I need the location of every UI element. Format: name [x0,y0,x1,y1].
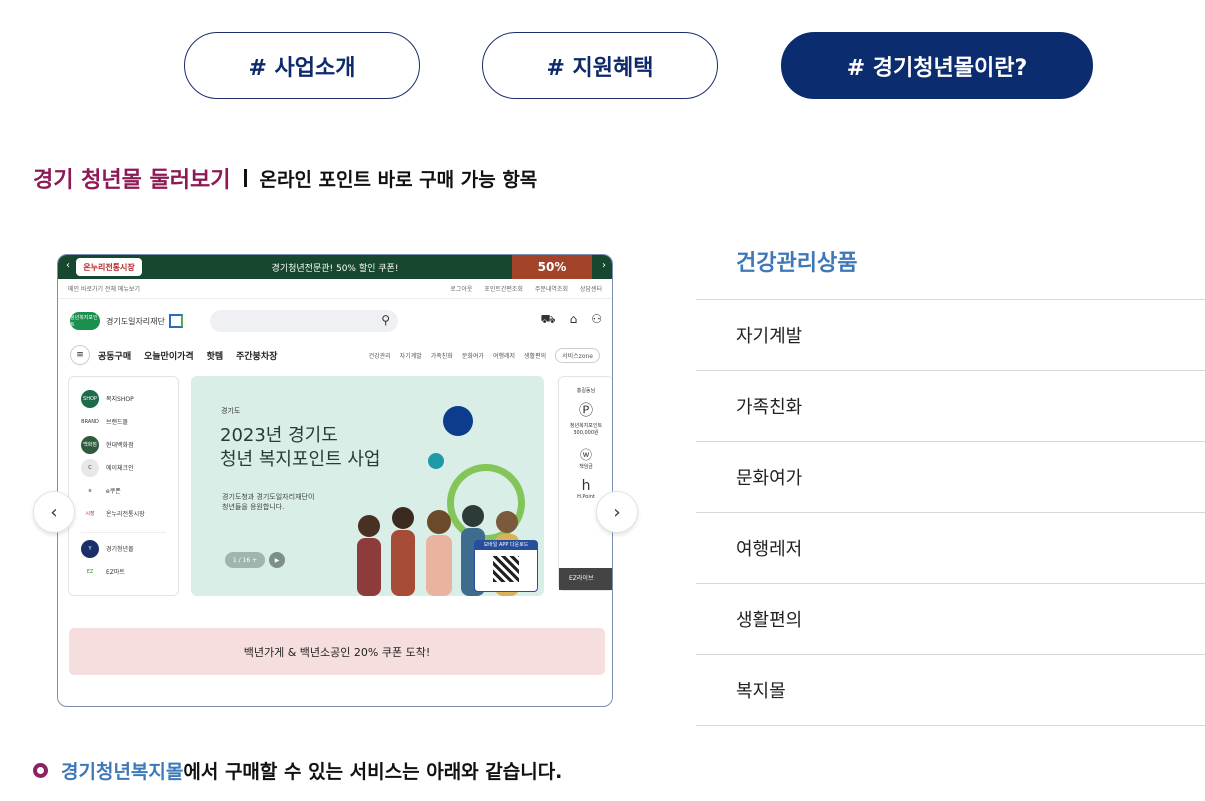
carousel-prev-button[interactable]: ‹ [33,491,75,533]
chevron-right-icon: › [602,260,606,271]
category-title[interactable]: 건강관리상품 [736,245,857,277]
util-link: 로그아웃 [450,286,473,293]
preview-user-panel: 홍길동님 Ⓟ 청년복지포인트 300,000원 ⓦ 책임금 h H.Point … [558,376,612,591]
category-item-living[interactable]: 생활편의 [696,584,1205,655]
mall-screenshot-preview: ‹ 온누리전통시장 경기청년전문관! 50% 할인 쿠폰! 50% › 메인 바… [57,254,613,707]
chevron-left-icon: ‹ [66,260,70,271]
brand-icon: BRAND [81,412,99,431]
nav-small-item: 문화여가 [461,352,484,360]
category-item-welfare-mall[interactable]: 복지몰 [696,655,1205,726]
point-value: 300,000원 [573,430,599,436]
search-icon: ⚲ [381,313,390,327]
tab-youth-mall-about[interactable]: # 경기청년몰이란? [781,32,1093,99]
preview-nav: ≡ 공동구매 오늘만이가격 핫템 주간붕차장 건강관리 자기계발 가족친화 문화… [58,343,612,367]
left-menu-item: C 에이체크인 [81,456,178,479]
department-store-icon: 백화점 [81,435,99,454]
category-item-self-development[interactable]: 자기계발 [696,300,1205,371]
decor-circle [443,406,473,436]
util-link: 상담센터 [579,286,602,293]
hero-tag: 경기도 [221,407,241,415]
section-heading: 경기 청년몰 둘러보기 온라인 포인트 바로 구매 가능 항목 [33,162,537,194]
chevron-right-icon: › [613,501,621,523]
play-icon: ▶ [269,552,285,568]
hero-pager: 1 / 16 + [225,552,265,568]
hero-heading: 2023년 경기도 청년 복지포인트 사업 [220,425,381,470]
market-icon: 시장 [81,504,99,523]
nav-item: 오늘만이가격 [144,351,194,362]
carousel-next-button[interactable]: › [596,491,638,533]
preview-header: 청년복지포인트 경기도일자리재단 ⚲ ⛟ ⌂ ⚇ [58,299,612,343]
brand-name: 경기도일자리재단 [106,316,165,326]
util-link: 주문내역조회 [534,286,568,293]
service-note: 경기청년복지몰 에서 구매할 수 있는 서비스는 아래와 같습니다. [33,757,562,784]
ecoupon-icon: e [81,481,99,500]
youth-mall-icon: Y [81,539,99,558]
ezlive-footer: EZ라이브 [559,568,612,590]
tab-support-benefits[interactable]: # 지원혜택 [482,32,718,99]
user-greeting: 홍길동님 [576,388,596,394]
section-title: 경기 청년몰 둘러보기 [33,168,231,193]
w-icon: ⓦ [579,448,592,462]
topbar-text: 경기청년전문관! 50% 할인 쿠폰! [271,263,399,274]
preview-topbar: ‹ 온누리전통시장 경기청년전문관! 50% 할인 쿠폰! 50% › [58,255,612,279]
category-item-family[interactable]: 가족친화 [696,371,1205,442]
left-menu-item: e e쿠폰 [81,479,178,502]
section-subtitle: 온라인 포인트 바로 구매 가능 항목 [259,168,538,191]
bullet-icon [33,763,48,778]
tab-business-intro[interactable]: # 사업소개 [184,32,420,99]
nav-item: 주간붕차장 [236,351,278,362]
bag-icon: ⌂ [569,312,578,326]
nav-item: 핫템 [206,351,224,362]
user-icon: ⚇ [591,312,602,326]
nav-item: 공동구매 [98,351,132,362]
brand-badge: 청년복지포인트 [70,312,100,330]
category-item-travel[interactable]: 여행레저 [696,513,1205,584]
category-item-culture[interactable]: 문화여가 [696,442,1205,513]
ezmart-icon: EZ [81,562,99,581]
shop-icon: SHOP [81,389,99,408]
left-menu-item: 시장 온누리전통시장 [81,502,178,525]
nav-small-item: 자기계발 [399,352,422,360]
nav-small-item: 여행레저 [492,352,516,360]
promo-banner: 백년가게 & 백년소공인 20% 쿠폰 도착! [69,628,605,675]
left-menu-item: SHOP 복지SHOP [81,387,178,410]
nav-small-item: 건강관리 [368,352,391,360]
preview-search-bar: ⚲ [210,310,398,332]
market-logo: 온누리전통시장 [76,258,142,276]
left-menu-item: EZ EZ마트 [81,560,178,583]
point-icon: Ⓟ [579,403,593,419]
w-label: 책임금 [579,464,593,470]
checkin-icon: C [81,458,99,477]
hero-description: 경기도청과 경기도일자리재단이 청년들을 응원합니다. [222,493,315,511]
util-left: 메인 바로가기 전체 메뉴보기 [68,286,140,293]
service-zone-select: 서비스zone [555,347,600,363]
divider [244,169,248,187]
hpoint-icon: h [581,478,591,494]
nav-small-item: 가족친화 [430,352,453,360]
hero-banner: 경기도 2023년 경기도 청년 복지포인트 사업 경기도청과 경기도일자리재단… [191,376,544,596]
header-icons: ⛟ ⌂ ⚇ [527,312,603,328]
preview-left-menu: SHOP 복지SHOP BRAND 브랜드몰 백화점 현대백화점 C 에이체크인 e e쿠… [68,376,179,596]
nav-small-item: 생활편의 [524,352,547,360]
point-label: 청년복지포인트 [569,423,603,429]
left-menu-item: 백화점 현대백화점 [81,433,178,456]
preview-utility-bar: 메인 바로가기 전체 메뉴보기 로그아웃 포인트간편조회 주문내역조회 상담센터 [58,279,612,299]
coupon-badge: 50% [512,255,592,279]
menu-icon: ≡ [70,345,90,365]
note-text: 에서 구매할 수 있는 서비스는 아래와 같습니다. [183,761,563,783]
note-highlight: 경기청년복지몰 [61,761,184,783]
category-list: 자기계발 가족친화 문화여가 여행레저 생활편의 복지몰 [696,299,1205,726]
app-qr-code: 모바일 APP 다운로드 [474,540,538,592]
left-menu-item: Y 경기청년몰 [81,537,178,560]
preview-body: SHOP 복지SHOP BRAND 브랜드몰 백화점 현대백화점 C 에이체크인 e e쿠… [58,367,612,597]
left-menu-item: BRAND 브랜드몰 [81,410,178,433]
cart-icon: ⛟ [540,312,556,326]
brand-mark-icon [168,314,183,328]
util-link: 포인트간편조회 [484,286,523,293]
brand-logo: 청년복지포인트 경기도일자리재단 [70,312,183,330]
decor-circle [428,453,444,469]
chevron-left-icon: ‹ [50,501,58,523]
